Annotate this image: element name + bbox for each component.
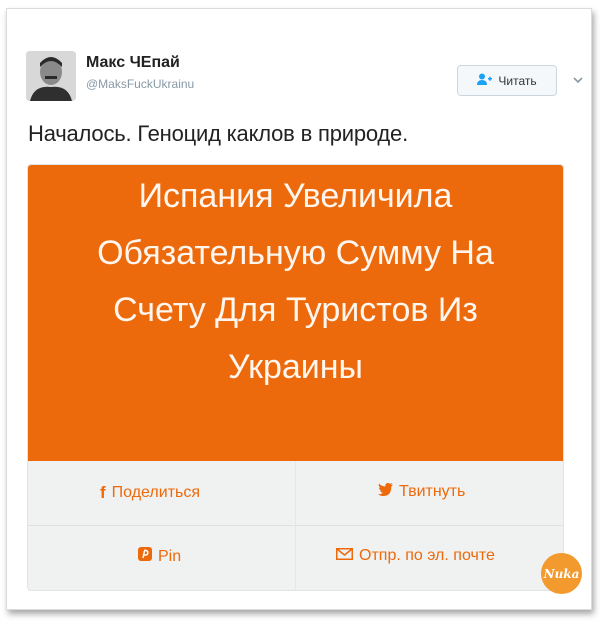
pinterest-icon <box>138 547 152 566</box>
follow-button[interactable]: Читать <box>457 65 557 96</box>
email-share-label: Отпр. по эл. почте <box>359 547 495 564</box>
watermark-logo: Nuka <box>541 553 582 594</box>
twitter-bird-icon <box>378 483 393 501</box>
headline-line-1: Испания Увеличила <box>138 177 453 215</box>
author-name[interactable]: Макс ЧЕпай <box>86 54 180 72</box>
twitter-share-button[interactable]: Твитнуть <box>378 483 465 501</box>
headline-line-3: Счету Для Туристов Из <box>113 291 478 329</box>
headline-line-2: Обязательную Сумму На <box>97 234 494 272</box>
pinterest-share-button[interactable]: Pin <box>138 547 181 566</box>
facebook-share-button[interactable]: f Поделиться <box>100 483 200 503</box>
pinterest-share-label: Pin <box>158 547 182 565</box>
email-share-button[interactable]: Отпр. по эл. почте <box>336 547 495 565</box>
chevron-down-icon[interactable] <box>572 73 584 85</box>
tweet-text: Началось. Геноцид каклов в природе. <box>28 121 408 146</box>
facebook-share-label: Поделиться <box>111 484 201 501</box>
divider <box>295 461 296 590</box>
envelope-icon <box>336 547 353 565</box>
add-user-icon <box>477 73 493 88</box>
avatar[interactable] <box>26 51 76 101</box>
twitter-share-label: Твитнуть <box>399 483 466 500</box>
author-handle[interactable]: @MaksFuckUkrainu <box>86 77 194 91</box>
headline-line-4: Украины <box>228 348 363 386</box>
share-buttons: f Поделиться Твитнуть Pin Отпр. по эл. п… <box>28 461 563 590</box>
link-card[interactable]: Испания Увеличила Обязательную Сумму На … <box>27 164 564 591</box>
tweet-screenshot-frame: Макс ЧЕпай @MaksFuckUkrainu Читать Начал… <box>6 8 592 610</box>
facebook-icon: f <box>100 483 106 502</box>
card-banner[interactable]: Испания Увеличила Обязательную Сумму На … <box>28 165 563 461</box>
follow-button-label: Читать <box>498 73 537 88</box>
